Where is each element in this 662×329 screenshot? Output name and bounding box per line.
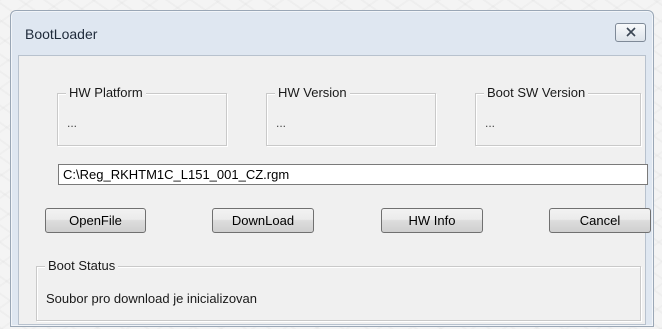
window-title: BootLoader [25, 26, 98, 42]
hw-version-label: HW Version [275, 85, 350, 101]
open-file-button[interactable]: OpenFile [45, 208, 146, 233]
cancel-button[interactable]: Cancel [549, 208, 651, 233]
file-path-input[interactable] [58, 164, 648, 185]
boot-sw-version-label: Boot SW Version [484, 85, 589, 101]
hw-platform-label: HW Platform [66, 85, 146, 101]
hw-version-value: ... [276, 116, 287, 130]
hw-version-group: HW Version ... [266, 85, 436, 146]
hw-platform-group: HW Platform ... [57, 85, 227, 146]
boot-status-label: Boot Status [45, 258, 119, 274]
boot-sw-version-value: ... [485, 116, 496, 130]
boot-sw-version-group: Boot SW Version ... [475, 85, 641, 146]
close-icon [625, 25, 636, 40]
close-button[interactable] [615, 23, 646, 42]
boot-status-text: Soubor pro download je inicializovan [46, 291, 258, 306]
bootloader-window: BootLoader HW Platform ... HW Version ..… [10, 10, 654, 327]
hw-platform-value: ... [67, 116, 78, 130]
download-button[interactable]: DownLoad [212, 208, 314, 233]
dialog-client-area: HW Platform ... HW Version ... Boot SW V… [18, 55, 651, 325]
boot-status-group: Boot Status Soubor pro download je inici… [36, 258, 641, 321]
hw-info-button[interactable]: HW Info [381, 208, 483, 233]
